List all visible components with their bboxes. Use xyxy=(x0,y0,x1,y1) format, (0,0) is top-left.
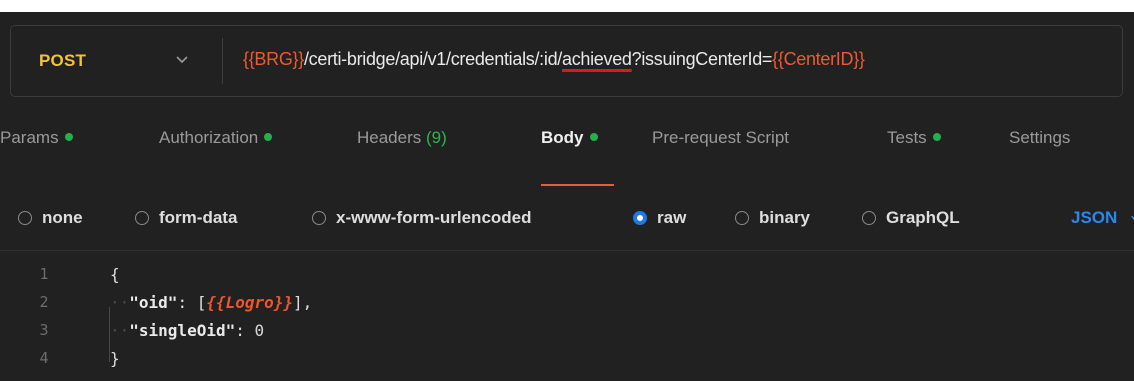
close-brace: } xyxy=(110,349,120,368)
status-dot xyxy=(264,132,273,141)
radio-icon xyxy=(862,211,876,225)
whitespace-marker: ·· xyxy=(110,321,130,340)
code-text: ··"singleOid": 0 xyxy=(110,321,264,340)
body-type-binary-label: binary xyxy=(759,208,811,227)
headers-count: (9) xyxy=(426,128,447,147)
tab-tests-label: Tests xyxy=(887,128,927,147)
radio-icon xyxy=(135,211,149,225)
json-bracket-close: ], xyxy=(293,293,313,312)
url-divider xyxy=(222,38,223,84)
tab-params-label: Params xyxy=(0,128,59,147)
line-number: 2 xyxy=(39,293,49,311)
status-dot xyxy=(932,132,941,141)
body-type-none[interactable]: none xyxy=(18,208,83,228)
body-type-binary[interactable]: binary xyxy=(735,208,810,228)
url-input[interactable]: {{BRG}}/certi-bridge/api/v1/credentials/… xyxy=(243,49,865,70)
radio-icon xyxy=(735,211,749,225)
tab-settings[interactable]: Settings xyxy=(1009,128,1070,148)
tab-authorization-label: Authorization xyxy=(159,128,259,147)
line-number: 3 xyxy=(39,321,49,339)
code-line: 4 } xyxy=(0,349,1134,375)
active-tab-indicator xyxy=(541,184,614,186)
chevron-down-icon xyxy=(1131,215,1134,220)
json-key: "singleOid" xyxy=(129,321,236,340)
url-bar: POST {{BRG}}/certi-bridge/api/v1/credent… xyxy=(10,25,1123,97)
method-select[interactable]: POST xyxy=(11,26,211,96)
body-type-graphql-label: GraphQL xyxy=(886,208,960,227)
tab-body[interactable]: Body xyxy=(541,128,598,148)
radio-icon xyxy=(18,211,32,225)
chevron-down-icon xyxy=(176,56,188,64)
status-dot xyxy=(589,132,598,141)
body-format-select[interactable]: JSON xyxy=(1071,208,1134,228)
request-tabs: Params Authorization Headers (9) Body Pr… xyxy=(0,107,1134,167)
json-colon: : xyxy=(235,321,255,340)
body-type-raw[interactable]: raw xyxy=(633,208,686,228)
code-text: } xyxy=(110,349,120,368)
body-type-form-data[interactable]: form-data xyxy=(135,208,237,228)
json-colon: : xyxy=(177,293,197,312)
json-value: 0 xyxy=(254,321,265,340)
indent-guide xyxy=(109,307,110,362)
radio-icon xyxy=(312,211,326,225)
code-line: 1 { xyxy=(0,265,1134,291)
body-format-label: JSON xyxy=(1071,208,1118,227)
code-text: ··"oid": [{{Logro}}], xyxy=(110,293,312,312)
line-number: 4 xyxy=(39,349,49,367)
tab-pre-request-script[interactable]: Pre-request Script xyxy=(652,128,789,148)
line-number: 1 xyxy=(39,265,49,283)
url-path-prefix: /certi-bridge/api/v1/credentials/:id/ xyxy=(303,49,562,69)
url-query: ?issuingCenterId= xyxy=(631,49,773,69)
code-line: 3 ··"singleOid": 0 xyxy=(0,321,1134,347)
url-query-variable: {{CenterID}} xyxy=(772,49,865,69)
body-type-urlencoded[interactable]: x-www-form-urlencoded xyxy=(312,208,532,228)
status-dot xyxy=(64,132,73,141)
tab-authorization[interactable]: Authorization xyxy=(159,128,273,148)
tab-body-label: Body xyxy=(541,128,584,147)
url-path-highlight: achieved xyxy=(561,49,632,69)
open-brace: { xyxy=(110,265,120,284)
body-type-urlencoded-label: x-www-form-urlencoded xyxy=(336,208,532,227)
tab-tests[interactable]: Tests xyxy=(887,128,941,148)
tab-params[interactable]: Params xyxy=(0,128,73,148)
tab-headers[interactable]: Headers (9) xyxy=(357,128,447,148)
url-base-variable: {{BRG}} xyxy=(243,49,304,69)
body-type-selector: none form-data x-www-form-urlencoded raw… xyxy=(0,192,1134,242)
method-label: POST xyxy=(39,51,87,70)
tab-pre-request-label: Pre-request Script xyxy=(652,128,789,147)
body-type-raw-label: raw xyxy=(657,208,687,227)
radio-checked-icon xyxy=(633,211,647,225)
app-root: POST {{BRG}}/certi-bridge/api/v1/credent… xyxy=(0,0,1134,381)
whitespace-marker: ·· xyxy=(110,293,130,312)
body-type-form-data-label: form-data xyxy=(159,208,238,227)
code-text: { xyxy=(110,265,120,284)
json-key: "oid" xyxy=(129,293,178,312)
code-line: 2 ··"oid": [{{Logro}}], xyxy=(0,293,1134,319)
tab-headers-label: Headers xyxy=(357,128,422,147)
json-bracket: [ xyxy=(196,293,207,312)
code-editor[interactable]: 1 { 2 ··"oid": [{{Logro}}], 3 ··"singleO… xyxy=(0,251,1134,381)
body-type-none-label: none xyxy=(42,208,83,227)
template-variable: {{Logro}} xyxy=(206,293,294,312)
tab-settings-label: Settings xyxy=(1009,128,1071,147)
body-type-graphql[interactable]: GraphQL xyxy=(862,208,960,228)
request-panel: POST {{BRG}}/certi-bridge/api/v1/credent… xyxy=(0,12,1134,381)
